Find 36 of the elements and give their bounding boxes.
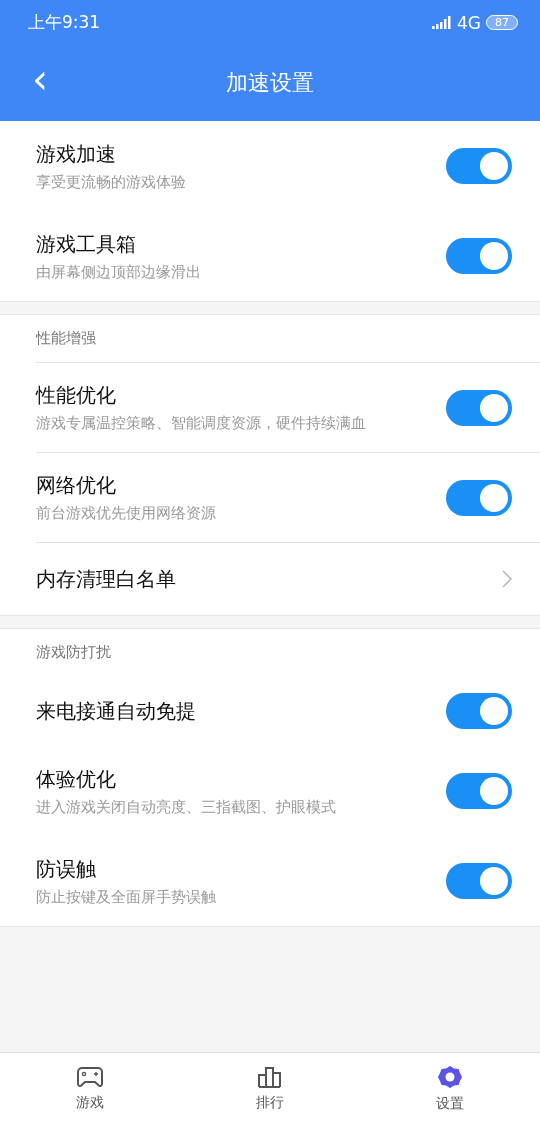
back-button[interactable]: ‹ — [28, 59, 52, 99]
page-title: 加速设置 — [226, 69, 314, 97]
setting-title: 体验优化 — [36, 765, 117, 793]
gamepad-icon — [76, 1065, 104, 1088]
tab-item[interactable]: 游戏 — [0, 1053, 180, 1124]
setting-description: 防止按键及全面屏手势误触 — [36, 887, 216, 907]
toggle-switch[interactable] — [446, 479, 512, 516]
toggle-switch[interactable] — [446, 148, 512, 184]
setting-description: 进入游戏关闭自动亮度、三指截图、护眼模式 — [36, 797, 336, 817]
setting-description: 前台游戏优先使用网络资源 — [36, 504, 216, 523]
setting-title: 防误触 — [36, 855, 97, 883]
setting-title: 网络优化 — [36, 472, 117, 499]
bar-chart-icon — [257, 1065, 283, 1088]
section-header: 性能增强 — [36, 329, 96, 348]
signal-icon — [432, 15, 452, 30]
toggle-switch[interactable] — [446, 863, 512, 899]
setting-title: 来电接通自动免提 — [36, 697, 196, 725]
toggle-switch[interactable] — [446, 389, 512, 426]
setting-title: 游戏工具箱 — [36, 230, 137, 258]
network-label: 4G — [457, 12, 481, 33]
battery-indicator: 87 — [486, 15, 518, 30]
setting-title: 内存清理白名单 — [36, 565, 176, 593]
toggle-switch[interactable] — [446, 693, 512, 729]
tab-item[interactable]: 排行 — [180, 1053, 360, 1124]
chevron-right-icon[interactable] — [502, 570, 512, 588]
setting-description: 游戏专属温控策略、智能调度资源，硬件持续满血 — [36, 414, 366, 433]
setting-description: 享受更流畅的游戏体验 — [36, 172, 186, 192]
status-time: 上午9:31 — [28, 11, 101, 34]
section-header: 游戏防打扰 — [36, 643, 111, 662]
tab-item[interactable]: 设置 — [360, 1053, 540, 1124]
toggle-switch[interactable] — [446, 238, 512, 274]
setting-description: 由屏幕侧边顶部边缘滑出 — [36, 262, 201, 282]
toggle-switch[interactable] — [446, 773, 512, 809]
setting-title: 性能优化 — [36, 382, 117, 409]
gear-icon — [437, 1064, 463, 1089]
setting-title: 游戏加速 — [36, 140, 117, 168]
